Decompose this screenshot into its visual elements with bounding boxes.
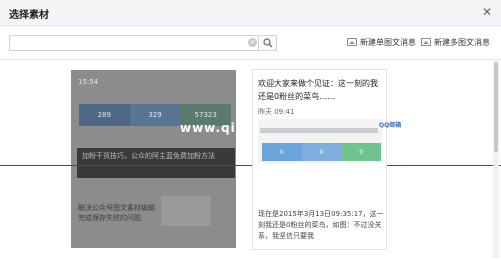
scrollbar-thumb[interactable] [494,62,498,152]
stat-cell: 329 [129,104,181,126]
search-icon [263,38,273,48]
image-icon [421,38,431,46]
clear-search-icon[interactable]: × [248,38,257,47]
card-title: 欢迎大家来做个见证：这一刻的我还是0粉丝的菜鸟…… [258,79,378,101]
phone-time: 15:54 [78,78,99,86]
banner-text: 加粉干货技巧，公众的阿主蓝免费加粉方法 [82,152,215,160]
card-stat-cell: 0 [301,143,342,161]
stat-cell: 289 [79,104,130,126]
card-image-bar [260,128,378,133]
toolbar-divider [0,59,501,60]
card-stat-cell: 0 [341,143,382,161]
dialog-title: 选择素材 [9,10,49,21]
card-stat-cell: 0 [262,143,302,161]
search-input[interactable] [9,35,259,51]
red-guide-line [0,165,501,166]
second-article-thumbnail [161,196,211,226]
new-multi-article-button[interactable]: 新建多图文消息 [421,36,490,50]
search-button[interactable] [260,35,277,51]
card-stats-row: 0 0 0 [262,143,382,161]
dialog-titlebar: 选择素材 ✕ [0,0,501,26]
new-single-article-label: 新建单图文消息 [360,38,416,47]
close-icon[interactable]: ✕ [482,5,492,19]
new-multi-article-label: 新建多图文消息 [434,38,490,47]
new-single-article-button[interactable]: 新建单图文消息 [347,36,416,50]
card-description: 现在是2015年3月13日09:35:17，这一刻我还是0粉丝的菜鸟，如图：不过… [258,210,384,240]
mini-logo: QQ邮箱 [379,122,402,129]
image-icon [347,38,357,46]
second-article-title: 解决公众号图文素材编辑完成保存失败的问题 [78,204,155,222]
card-time: 昨天 09:41 [258,108,295,116]
